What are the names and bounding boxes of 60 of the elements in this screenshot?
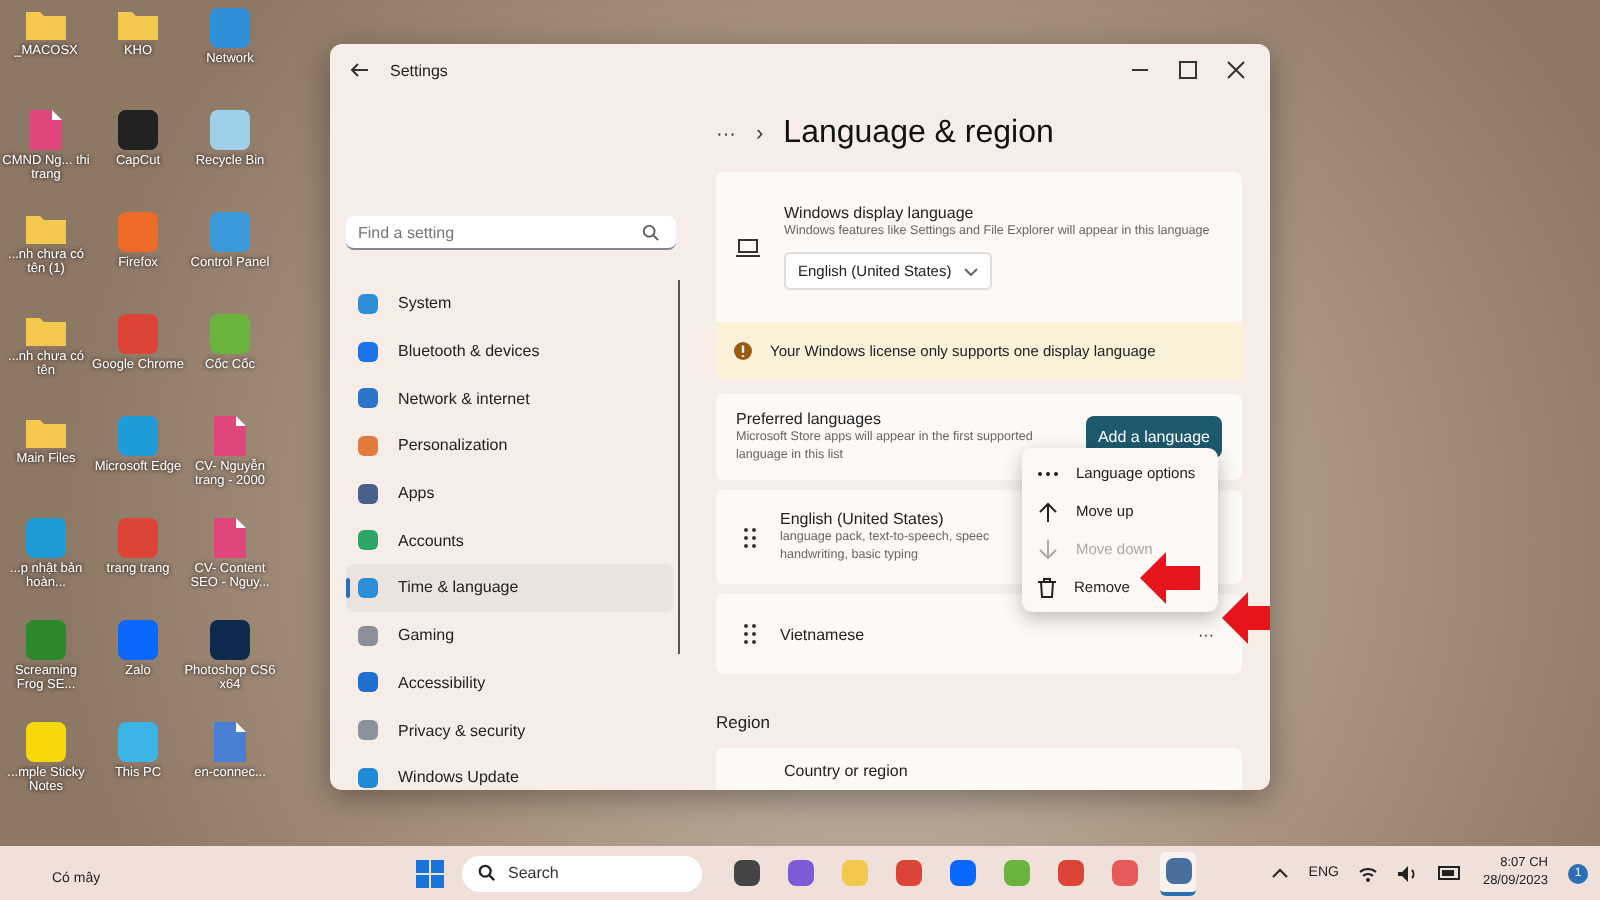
- folder-icon[interactable]: [26, 8, 66, 40]
- folder-icon[interactable]: [118, 8, 158, 40]
- folder-icon[interactable]: [26, 314, 66, 346]
- sidebar-item[interactable]: Bluetooth & devices: [346, 327, 673, 375]
- arrow-up-icon: [1038, 501, 1058, 521]
- sidebar-item[interactable]: Accessibility: [346, 659, 673, 707]
- sidebar-item[interactable]: Windows Update: [346, 753, 673, 790]
- chevron-down-icon: [963, 267, 978, 276]
- taskbar-search[interactable]: Search: [462, 855, 702, 891]
- sidebar-item[interactable]: Privacy & security: [346, 706, 673, 754]
- file-icon[interactable]: [214, 518, 246, 558]
- chevron-up-icon[interactable]: [1272, 868, 1289, 878]
- search-icon: [478, 864, 496, 882]
- file-icon[interactable]: [214, 416, 246, 456]
- pointer-arrow: [1140, 552, 1200, 604]
- close-icon[interactable]: [1226, 60, 1246, 80]
- search-icon: [642, 224, 660, 242]
- warning-icon: [734, 342, 752, 360]
- sidebar-item[interactable]: Apps: [346, 469, 673, 517]
- setting-title: Preferred languages: [736, 410, 883, 428]
- sidebar-item[interactable]: Gaming: [346, 611, 673, 659]
- app-icon[interactable]: [26, 722, 66, 762]
- setting-title: Country or region: [784, 762, 908, 780]
- sidebar-item[interactable]: System: [346, 280, 673, 328]
- scrollbar[interactable]: [677, 280, 680, 654]
- windows-logo-icon[interactable]: [416, 859, 444, 887]
- app-icon[interactable]: [118, 110, 158, 150]
- language-name: Vietnamese: [780, 625, 865, 643]
- maximize-icon[interactable]: [1178, 60, 1198, 80]
- sidebar-item[interactable]: Network & internet: [346, 374, 673, 423]
- back-arrow-icon[interactable]: [350, 60, 370, 80]
- breadcrumb-more[interactable]: ···: [716, 123, 736, 145]
- taskbar-app-button[interactable]: [1160, 851, 1196, 895]
- app-icon[interactable]: [210, 620, 250, 660]
- language-name: English (United States): [780, 509, 944, 527]
- folder-icon[interactable]: [26, 212, 66, 244]
- file-icon[interactable]: [30, 110, 62, 150]
- arrow-down-icon: [1038, 539, 1058, 559]
- wifi-icon[interactable]: [1358, 865, 1379, 881]
- file-icon[interactable]: [214, 722, 246, 762]
- trash-icon: [1038, 577, 1056, 597]
- laptop-icon: [736, 237, 760, 257]
- setting-title: Windows display language: [784, 204, 976, 223]
- section-heading: Region: [716, 712, 772, 732]
- search-field[interactable]: Find a setting: [346, 216, 676, 250]
- breadcrumb-separator: ›: [756, 122, 764, 146]
- window-title: Settings: [390, 61, 448, 79]
- sidebar-item[interactable]: Accounts: [346, 516, 673, 565]
- folder-icon[interactable]: [26, 416, 66, 448]
- drag-handle-icon[interactable]: [744, 527, 756, 547]
- drag-handle-icon[interactable]: [744, 624, 756, 644]
- pointer-arrow: [1222, 592, 1270, 644]
- language-row[interactable]: Vietnamese ···: [716, 594, 1242, 674]
- more-options-button[interactable]: ···: [1198, 625, 1214, 643]
- speaker-icon[interactable]: [1398, 865, 1419, 881]
- sidebar-item[interactable]: Time & language: [346, 564, 673, 612]
- battery-icon[interactable]: [1438, 866, 1463, 880]
- page-title: Language & region: [783, 116, 1054, 152]
- app-icon[interactable]: [210, 110, 250, 150]
- sidebar-item[interactable]: Personalization: [346, 422, 673, 470]
